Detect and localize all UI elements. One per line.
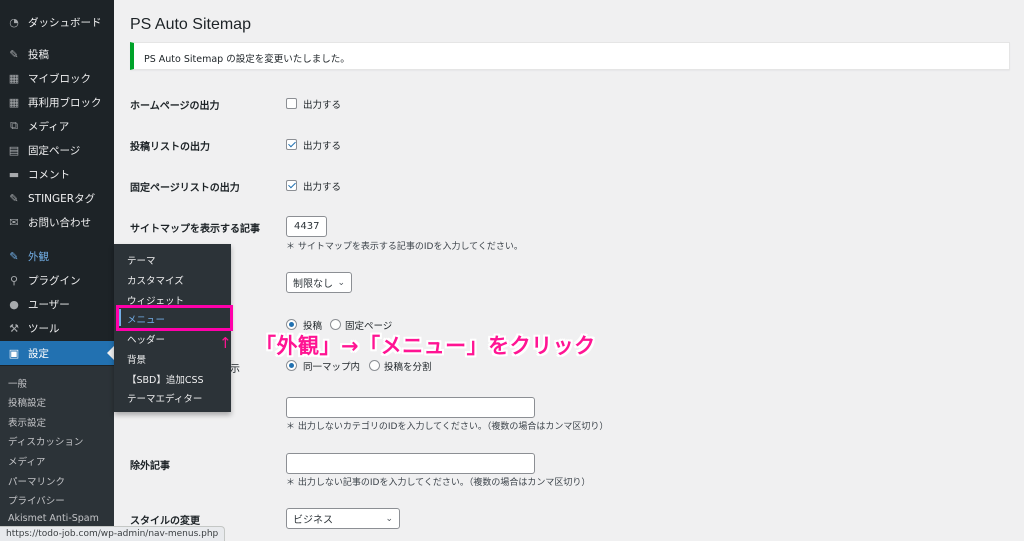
- flyout-item-customize[interactable]: カスタマイズ: [127, 273, 184, 287]
- submenu-item-akismet[interactable]: Akismet Anti-Spam: [8, 513, 99, 524]
- main-content: PS Auto Sitemap PS Auto Sitemap の設定を変更いた…: [114, 0, 1024, 541]
- submenu-item-general[interactable]: 一般: [8, 376, 27, 390]
- exclude-posts-hint: ＊ 出力しない記事のIDを入力してください。（複数の場合はカンマ区切り）: [286, 478, 591, 488]
- posts-output-option[interactable]: 出力する: [303, 138, 341, 152]
- brush-icon: ✎: [9, 249, 19, 263]
- sidebar-item-my-blocks[interactable]: ▦ マイブロック: [0, 66, 114, 90]
- chevron-down-icon: ⌄: [337, 277, 345, 288]
- style-select-value: ビジネス: [293, 515, 333, 526]
- submenu-item-permalink[interactable]: パーマリンク: [8, 474, 65, 488]
- sidebar-item-label: お問い合わせ: [28, 216, 91, 229]
- page-icon: ▤: [8, 143, 20, 157]
- sidebar-item-label: コメント: [28, 168, 70, 181]
- dashboard-icon: ◔: [9, 15, 19, 29]
- sidebar-item-appearance[interactable]: ✎ 外観: [0, 244, 114, 268]
- exclude-posts-label: 除外記事: [130, 461, 170, 472]
- flyout-item-sbd-css[interactable]: 【SBD】追加CSS: [127, 372, 204, 386]
- sidebar-item-label: 設定: [28, 347, 49, 360]
- sidebar-item-dashboard[interactable]: ◔ ダッシュボード: [0, 10, 114, 34]
- page-title: PS Auto Sitemap: [130, 16, 251, 33]
- appearance-flyout-menu: テーマ カスタマイズ ウィジェット メニュー ヘッダー 背景 【SBD】追加CS…: [114, 244, 233, 412]
- exclude-category-input[interactable]: [286, 397, 535, 418]
- exclude-posts-input[interactable]: [286, 453, 535, 474]
- sidebar-item-tools[interactable]: ⚒ ツール: [0, 316, 114, 340]
- sidebar-item-label: ユーザー: [28, 298, 70, 311]
- sidebar-item-label: ツール: [28, 322, 60, 335]
- sidebar-item-contact[interactable]: ✉ お問い合わせ: [0, 210, 114, 234]
- settings-submenu: 一般 投稿設定 表示設定 ディスカッション メディア パーマリンク プライバシー…: [0, 366, 114, 541]
- first-display-radio-pages[interactable]: [330, 319, 341, 330]
- sidebar-item-plugins[interactable]: ⚲ プラグイン: [0, 268, 114, 292]
- home-output-label: ホームページの出力: [130, 101, 220, 112]
- home-output-checkbox[interactable]: [286, 98, 297, 109]
- sidebar-item-label: 外観: [28, 250, 49, 263]
- flyout-item-themes[interactable]: テーマ: [127, 253, 156, 267]
- browser-status-bar: https://todo-job.com/wp-admin/nav-menus.…: [0, 526, 226, 541]
- submenu-item-privacy[interactable]: プライバシー: [8, 493, 65, 507]
- wrench-icon: ⚒: [9, 321, 19, 335]
- sidebar-item-media[interactable]: ⧉ メディア: [0, 114, 114, 138]
- sidebar-item-label: 固定ページ: [28, 144, 81, 157]
- sidebar-item-stinger-tag[interactable]: ✎ STINGERタグ: [0, 186, 114, 210]
- flyout-item-background[interactable]: 背景: [127, 352, 146, 366]
- chevron-down-icon: ⌄: [385, 513, 393, 524]
- submenu-item-reading[interactable]: 表示設定: [8, 415, 46, 429]
- annotation-text: 「外観」→「メニュー」をクリック: [255, 334, 596, 358]
- sitemap-article-label: サイトマップを表示する記事: [130, 224, 260, 235]
- sidebar-item-reusable-blocks[interactable]: ▦ 再利用ブロック: [0, 90, 114, 114]
- posts-output-checkbox[interactable]: [286, 139, 297, 150]
- category-display-label-tail: 示: [230, 364, 240, 375]
- plugin-icon: ⚲: [9, 273, 19, 287]
- flyout-item-header[interactable]: ヘッダー: [127, 332, 165, 346]
- sidebar-item-comments[interactable]: ▬ コメント: [0, 162, 114, 186]
- annotation-highlight-box: [116, 305, 233, 331]
- submenu-item-writing[interactable]: 投稿設定: [8, 395, 46, 409]
- flyout-item-theme-editor[interactable]: テーマエディター: [127, 391, 202, 405]
- sidebar-item-label: プラグイン: [28, 274, 81, 287]
- sidebar-item-label: 投稿: [28, 48, 49, 61]
- sidebar-item-pages[interactable]: ▤ 固定ページ: [0, 138, 114, 162]
- sitemap-article-id-input[interactable]: 4437: [286, 216, 327, 237]
- admin-sidebar: ◔ ダッシュボード ✎ 投稿 ▦ マイブロック ▦ 再利用ブロック ⧉ メディア…: [0, 0, 114, 541]
- pin-icon: ✎: [9, 47, 19, 61]
- sidebar-item-label: マイブロック: [28, 72, 91, 85]
- category-display-label-split[interactable]: 投稿を分割: [384, 359, 432, 373]
- success-notice: PS Auto Sitemap の設定を変更いたしました。: [130, 42, 1010, 70]
- home-output-option[interactable]: 出力する: [303, 97, 341, 111]
- sidebar-item-label: ダッシュボード: [28, 16, 102, 29]
- mail-icon: ✉: [9, 215, 19, 229]
- style-select[interactable]: ビジネス ⌄: [286, 508, 400, 529]
- sidebar-item-users[interactable]: ● ユーザー: [0, 292, 114, 316]
- pages-output-option[interactable]: 出力する: [303, 179, 341, 193]
- sidebar-item-label: STINGERタグ: [28, 192, 96, 205]
- sidebar-item-label: 再利用ブロック: [28, 96, 102, 109]
- depth-select-value: 制限なし: [293, 279, 333, 290]
- comment-icon: ▬: [8, 167, 20, 181]
- sidebar-item-posts[interactable]: ✎ 投稿: [0, 42, 114, 66]
- category-display-radio-same[interactable]: [286, 360, 297, 371]
- first-display-radio-posts[interactable]: [286, 319, 297, 330]
- sidebar-item-label: メディア: [28, 120, 70, 133]
- depth-select[interactable]: 制限なし ⌄: [286, 272, 352, 293]
- style-change-label: スタイルの変更: [130, 516, 200, 527]
- settings-icon: ▣: [8, 346, 20, 360]
- blocks-icon: ▦: [8, 71, 20, 85]
- submenu-item-media[interactable]: メディア: [8, 454, 45, 468]
- sidebar-item-settings[interactable]: ▣ 設定: [0, 341, 114, 365]
- pages-output-checkbox[interactable]: [286, 180, 297, 191]
- pin-icon: ✎: [9, 191, 19, 205]
- blocks-icon: ▦: [8, 95, 20, 109]
- notice-text: PS Auto Sitemap の設定を変更いたしました。: [144, 54, 350, 65]
- category-display-label-same[interactable]: 同一マップ内: [303, 359, 360, 373]
- posts-output-label: 投稿リストの出力: [130, 142, 210, 153]
- sitemap-article-hint: ＊ サイトマップを表示する記事のIDを入力してください。: [286, 242, 523, 252]
- category-display-radio-split[interactable]: [369, 360, 380, 371]
- submenu-item-discussion[interactable]: ディスカッション: [8, 434, 83, 448]
- media-icon: ⧉: [10, 119, 18, 132]
- pages-output-label: 固定ページリストの出力: [130, 183, 240, 194]
- exclude-category-hint: ＊ 出力しないカテゴリのIDを入力してください。（複数の場合はカンマ区切り）: [286, 422, 609, 432]
- user-icon: ●: [9, 297, 19, 311]
- annotation-arrow: ↑: [219, 334, 232, 352]
